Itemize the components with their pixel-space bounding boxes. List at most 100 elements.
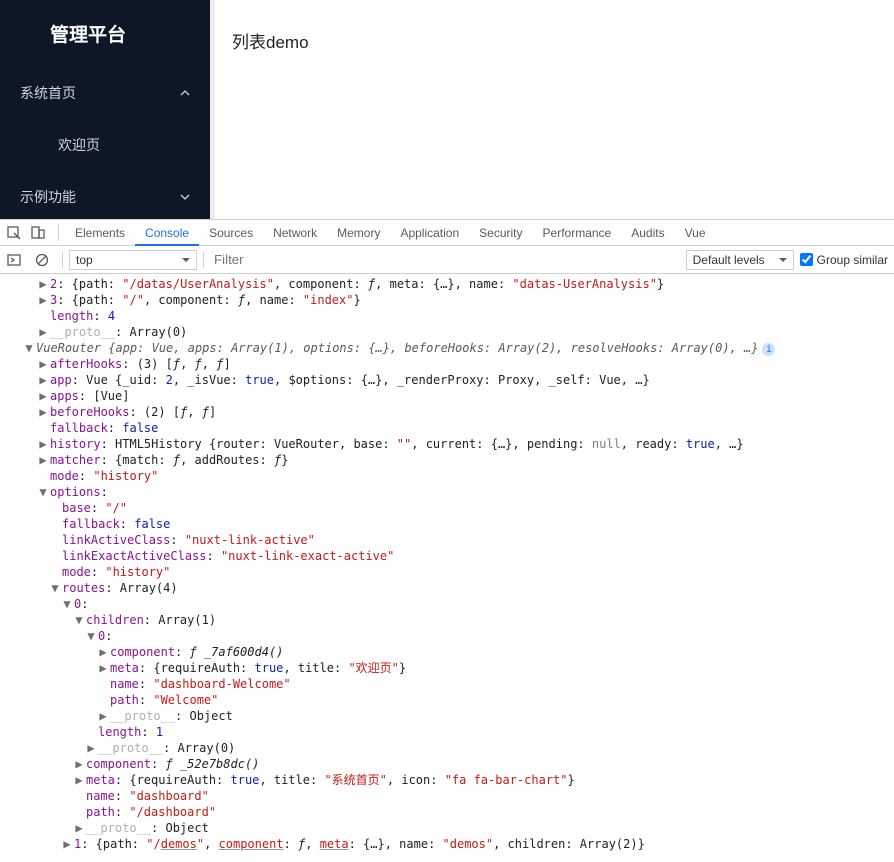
main-content: 列表demo (210, 0, 894, 219)
console-line[interactable]: length: 1 (0, 724, 894, 740)
collapse-icon[interactable]: ▼ (50, 580, 60, 596)
spacer (74, 788, 84, 804)
sidebar-item-welcome[interactable]: 欢迎页 (0, 119, 210, 171)
collapse-icon[interactable]: ▼ (74, 612, 84, 628)
console-output[interactable]: ▶2: {path: "/datas/UserAnalysis", compon… (0, 274, 894, 862)
sidebar-item-demo[interactable]: 示例功能 (0, 171, 210, 223)
console-line[interactable]: path: "Welcome" (0, 692, 894, 708)
console-line[interactable]: mode: "history" (0, 468, 894, 484)
collapse-icon[interactable]: ▼ (86, 628, 96, 644)
tab-performance[interactable]: Performance (533, 222, 622, 244)
app-title: 管理平台 (0, 0, 210, 67)
console-line[interactable]: name: "dashboard" (0, 788, 894, 804)
sidebar-item-label: 欢迎页 (58, 137, 100, 153)
toggle-sidebar-icon[interactable] (6, 252, 22, 268)
expand-icon[interactable]: ▶ (38, 404, 48, 420)
chevron-down-icon (779, 256, 787, 264)
console-line[interactable]: ▶component: ƒ _7af600d4() (0, 644, 894, 660)
console-line[interactable]: length: 4 (0, 308, 894, 324)
console-line[interactable]: ▼VueRouter {app: Vue, apps: Array(1), op… (0, 340, 894, 356)
tab-application[interactable]: Application (390, 222, 469, 244)
console-line[interactable]: base: "/" (0, 500, 894, 516)
expand-icon[interactable]: ▶ (38, 436, 48, 452)
console-line[interactable]: ▶beforeHooks: (2) [ƒ, ƒ] (0, 404, 894, 420)
sidebar-item-home[interactable]: 系统首页 (0, 67, 210, 119)
divider (203, 252, 204, 268)
spacer (50, 564, 60, 580)
expand-icon[interactable]: ▶ (74, 756, 84, 772)
expand-icon[interactable]: ▶ (98, 660, 108, 676)
divider (62, 252, 63, 268)
expand-icon[interactable]: ▶ (38, 372, 48, 388)
console-line[interactable]: ▶1: {path: "/demos", component: ƒ, meta:… (0, 836, 894, 852)
console-line[interactable]: ▼routes: Array(4) (0, 580, 894, 596)
expand-icon[interactable]: ▶ (38, 324, 48, 340)
console-line[interactable]: ▶2: {path: "/datas/UserAnalysis", compon… (0, 276, 894, 292)
divider (58, 225, 59, 241)
chevron-up-icon (180, 88, 190, 98)
console-line[interactable]: mode: "history" (0, 564, 894, 580)
console-line[interactable]: ▶component: ƒ _52e7b8dc() (0, 756, 894, 772)
clear-console-icon[interactable] (34, 252, 50, 268)
expand-icon[interactable]: ▶ (38, 356, 48, 372)
console-line[interactable]: ▶meta: {requireAuth: true, title: "欢迎页"} (0, 660, 894, 676)
console-line[interactable]: ▶matcher: {match: ƒ, addRoutes: ƒ} (0, 452, 894, 468)
tab-security[interactable]: Security (469, 222, 532, 244)
console-line[interactable]: ▼children: Array(1) (0, 612, 894, 628)
console-line[interactable]: ▼0: (0, 628, 894, 644)
spacer (38, 468, 48, 484)
console-line[interactable]: ▶__proto__: Object (0, 820, 894, 836)
console-line[interactable]: ▶3: {path: "/", component: ƒ, name: "ind… (0, 292, 894, 308)
expand-icon[interactable]: ▶ (98, 644, 108, 660)
console-line[interactable]: ▶__proto__: Object (0, 708, 894, 724)
console-line[interactable]: linkActiveClass: "nuxt-link-active" (0, 532, 894, 548)
chevron-down-icon (180, 192, 190, 202)
console-line[interactable]: ▶__proto__: Array(0) (0, 740, 894, 756)
tab-sources[interactable]: Sources (199, 222, 263, 244)
console-line[interactable]: path: "/dashboard" (0, 804, 894, 820)
console-line[interactable]: ▼options: (0, 484, 894, 500)
expand-icon[interactable]: ▶ (74, 772, 84, 788)
expand-icon[interactable]: ▶ (38, 276, 48, 292)
console-line[interactable]: fallback: false (0, 420, 894, 436)
filter-input[interactable] (210, 250, 680, 270)
sidebar-item-label: 示例功能 (20, 187, 76, 207)
group-similar-checkbox[interactable] (800, 253, 813, 266)
expand-icon[interactable]: ▶ (38, 292, 48, 308)
group-similar-label: Group similar (817, 253, 888, 267)
tab-console[interactable]: Console (135, 222, 199, 246)
inspect-icon[interactable] (6, 225, 22, 241)
spacer (98, 676, 108, 692)
tab-memory[interactable]: Memory (327, 222, 390, 244)
collapse-icon[interactable]: ▼ (38, 484, 48, 500)
group-similar-toggle[interactable]: Group similar (800, 253, 888, 267)
expand-icon[interactable]: ▶ (86, 740, 96, 756)
console-line[interactable]: fallback: false (0, 516, 894, 532)
collapse-icon[interactable]: ▼ (24, 340, 34, 356)
console-line[interactable]: ▶meta: {requireAuth: true, title: "系统首页"… (0, 772, 894, 788)
collapse-icon[interactable]: ▼ (62, 596, 72, 612)
console-line[interactable]: ▶__proto__: Array(0) (0, 324, 894, 340)
console-toolbar: top Default levels Group similar (0, 246, 894, 274)
tab-network[interactable]: Network (263, 222, 327, 244)
console-line[interactable]: ▶apps: [Vue] (0, 388, 894, 404)
context-selector[interactable]: top (69, 250, 197, 270)
expand-icon[interactable]: ▶ (62, 836, 72, 852)
expand-icon[interactable]: ▶ (38, 452, 48, 468)
spacer (98, 692, 108, 708)
tab-audits[interactable]: Audits (621, 222, 674, 244)
device-toggle-icon[interactable] (30, 225, 46, 241)
console-line[interactable]: linkExactActiveClass: "nuxt-link-exact-a… (0, 548, 894, 564)
info-icon[interactable]: i (762, 343, 775, 356)
console-line[interactable]: name: "dashboard-Welcome" (0, 676, 894, 692)
tab-elements[interactable]: Elements (65, 222, 135, 244)
console-line[interactable]: ▶history: HTML5History {router: VueRoute… (0, 436, 894, 452)
tab-vue[interactable]: Vue (675, 222, 716, 244)
expand-icon[interactable]: ▶ (98, 708, 108, 724)
log-levels-selector[interactable]: Default levels (686, 250, 794, 270)
expand-icon[interactable]: ▶ (38, 388, 48, 404)
console-line[interactable]: ▼0: (0, 596, 894, 612)
console-line[interactable]: ▶app: Vue {_uid: 2, _isVue: true, $optio… (0, 372, 894, 388)
expand-icon[interactable]: ▶ (74, 820, 84, 836)
console-line[interactable]: ▶afterHooks: (3) [ƒ, ƒ, ƒ] (0, 356, 894, 372)
